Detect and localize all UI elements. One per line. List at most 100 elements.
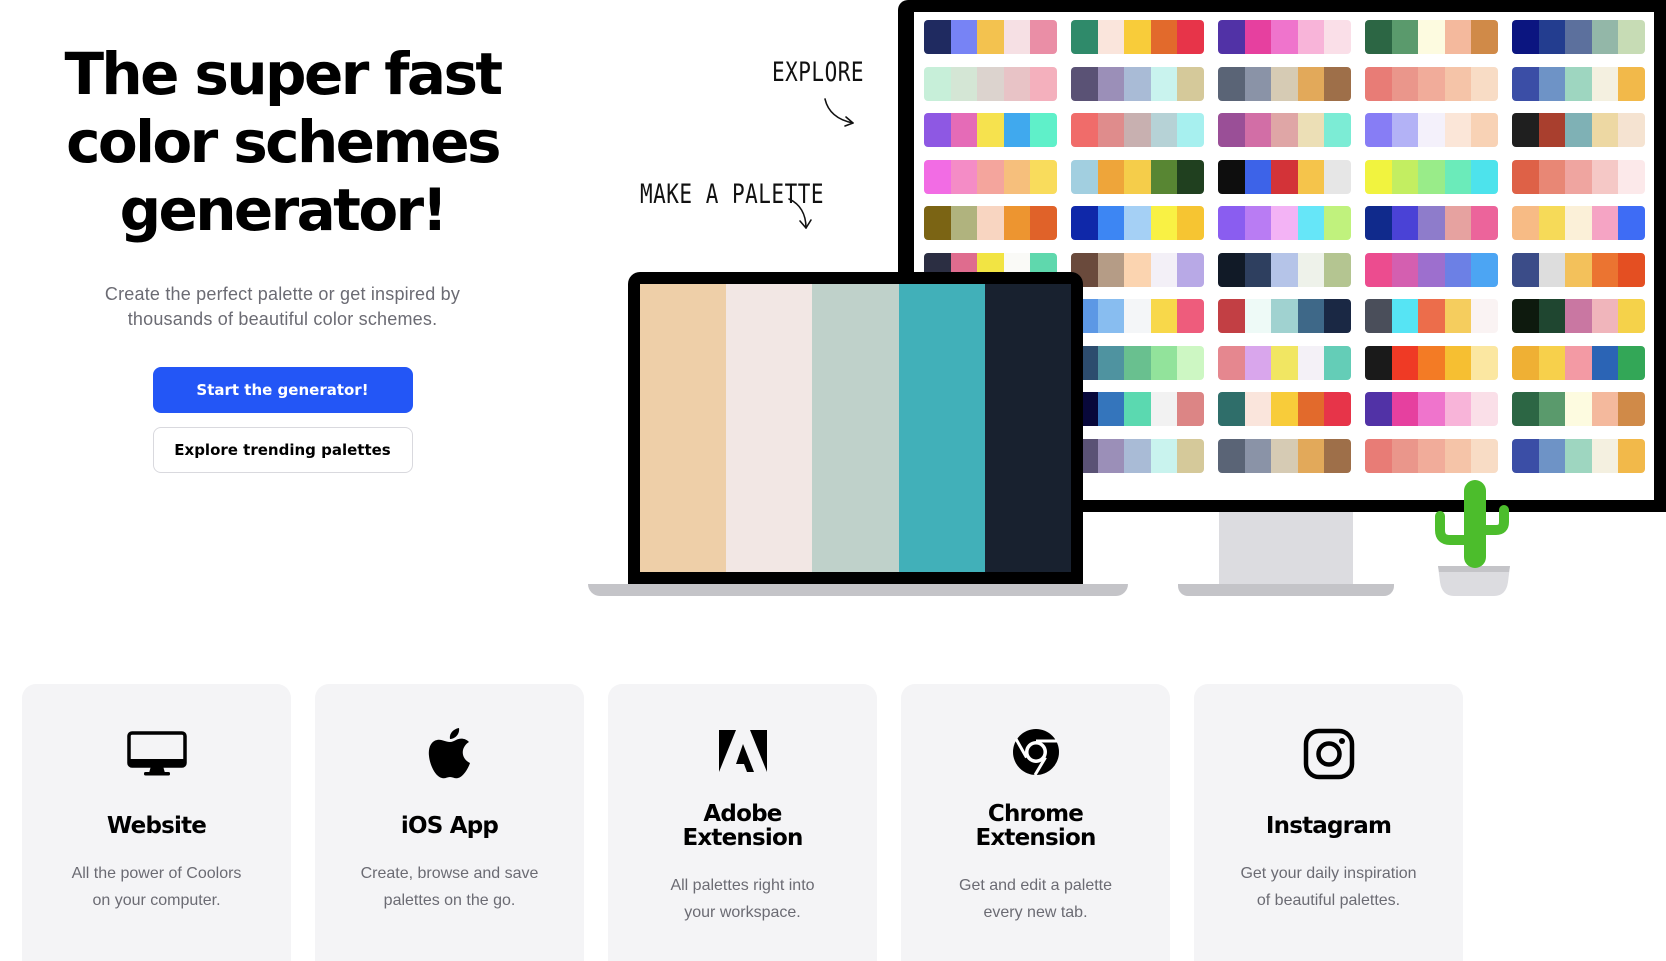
palette-color — [1471, 20, 1498, 54]
palette-color — [1538, 299, 1566, 333]
palette-color — [1097, 299, 1125, 333]
palette-color — [1030, 66, 1057, 101]
palette-color — [1538, 20, 1566, 54]
palette-color — [1618, 159, 1645, 194]
monitor-palette-swatch — [1218, 20, 1351, 54]
palette-color — [1177, 438, 1204, 473]
monitor-palette-swatch — [1365, 113, 1498, 147]
palette-color — [1297, 113, 1325, 147]
card-website[interactable]: Website All the power of Coolors on your… — [22, 684, 291, 961]
monitor-stand — [1219, 512, 1353, 586]
palette-color — [1030, 206, 1057, 240]
palette-color — [1244, 345, 1272, 380]
palette-color — [1150, 66, 1178, 101]
palette-color — [1150, 345, 1178, 380]
palette-color — [1097, 392, 1125, 426]
palette-color — [1271, 438, 1298, 473]
monitor-icon — [22, 726, 291, 782]
card-title-line: Extension — [975, 825, 1096, 851]
palette-color — [1297, 345, 1325, 380]
palette-color — [1297, 438, 1325, 473]
palette-color — [1124, 392, 1151, 426]
palette-color — [1444, 392, 1472, 426]
palette-color — [1271, 20, 1298, 54]
palette-color — [1618, 438, 1645, 473]
card-description: Get and edit a palette every new tab. — [931, 872, 1140, 926]
monitor-palette-swatch — [1071, 206, 1204, 240]
monitor-palette-swatch — [1071, 20, 1204, 54]
hero-title-line: generator! — [119, 176, 448, 244]
monitor-palette-swatch — [1218, 206, 1351, 240]
monitor-palette-swatch — [1365, 345, 1498, 380]
note-explore: EXPLORE — [772, 57, 865, 87]
card-title-line: Extension — [682, 825, 803, 851]
palette-color — [1297, 20, 1325, 54]
palette-color — [1538, 392, 1566, 426]
palette-color — [1591, 252, 1619, 287]
palette-color — [1150, 159, 1178, 194]
palette-color — [1471, 159, 1498, 194]
monitor-palette-swatch — [1365, 206, 1498, 240]
palette-color — [1591, 20, 1619, 54]
monitor-palette-swatch — [924, 159, 1057, 194]
palette-color — [1391, 438, 1419, 473]
monitor-palette-swatch — [1218, 392, 1351, 426]
monitor-palette-swatch — [924, 206, 1057, 240]
card-adobe-extension[interactable]: Adobe Extension All palettes right into … — [608, 684, 877, 961]
monitor-palette-swatch — [924, 20, 1057, 54]
palette-color — [1591, 299, 1619, 333]
palette-color — [1365, 252, 1392, 287]
apple-icon — [315, 726, 584, 782]
palette-color — [1418, 299, 1445, 333]
palette-color — [1124, 438, 1151, 473]
palette-color — [1030, 159, 1057, 194]
monitor-palette-swatch — [924, 66, 1057, 101]
palette-color — [1177, 159, 1204, 194]
palette-color — [1512, 113, 1539, 147]
palette-color — [1512, 438, 1539, 473]
explore-trending-button[interactable]: Explore trending palettes — [152, 427, 413, 473]
palette-color — [1471, 252, 1498, 287]
palette-color — [1097, 206, 1125, 240]
card-description-line: your workspace. — [684, 904, 801, 921]
card-instagram[interactable]: Instagram Get your daily inspiration of … — [1194, 684, 1463, 961]
palette-color — [1365, 159, 1392, 194]
palette-color — [1271, 345, 1298, 380]
palette-color — [1512, 66, 1539, 101]
palette-color — [1391, 206, 1419, 240]
palette-color — [1471, 438, 1498, 473]
palette-color — [1271, 66, 1298, 101]
palette-color — [1471, 206, 1498, 240]
palette-color — [1512, 345, 1539, 380]
palette-color — [1244, 66, 1272, 101]
palette-color — [1177, 392, 1204, 426]
palette-color — [1591, 392, 1619, 426]
palette-color — [1324, 392, 1351, 426]
palette-color — [1324, 66, 1351, 101]
palette-color — [1218, 206, 1245, 240]
monitor-palette-swatch — [1365, 20, 1498, 54]
palette-color — [1124, 252, 1151, 287]
palette-color — [1071, 20, 1098, 54]
palette-color — [1244, 206, 1272, 240]
card-ios-app[interactable]: iOS App Create, browse and save palettes… — [315, 684, 584, 961]
arrow-explore-icon — [824, 98, 854, 127]
palette-color — [1512, 299, 1539, 333]
palette-color — [1097, 159, 1125, 194]
palette-color — [1218, 392, 1245, 426]
monitor-palette-swatch — [1071, 392, 1204, 426]
palette-color — [1097, 438, 1125, 473]
palette-color — [1418, 438, 1445, 473]
palette-color — [1538, 159, 1566, 194]
monitor-palette-swatch — [1071, 113, 1204, 147]
card-title: Website — [106, 813, 207, 839]
card-chrome-extension[interactable]: Chrome Extension Get and edit a palette … — [901, 684, 1170, 961]
palette-color — [1271, 252, 1298, 287]
monitor-palette-swatch — [1218, 345, 1351, 380]
monitor-palette-swatch — [1218, 159, 1351, 194]
palette-color — [950, 66, 978, 101]
start-generator-button[interactable]: Start the generator! — [152, 367, 413, 413]
monitor-palette-swatch — [1218, 252, 1351, 287]
palette-color — [1297, 392, 1325, 426]
palette-color — [1618, 66, 1645, 101]
